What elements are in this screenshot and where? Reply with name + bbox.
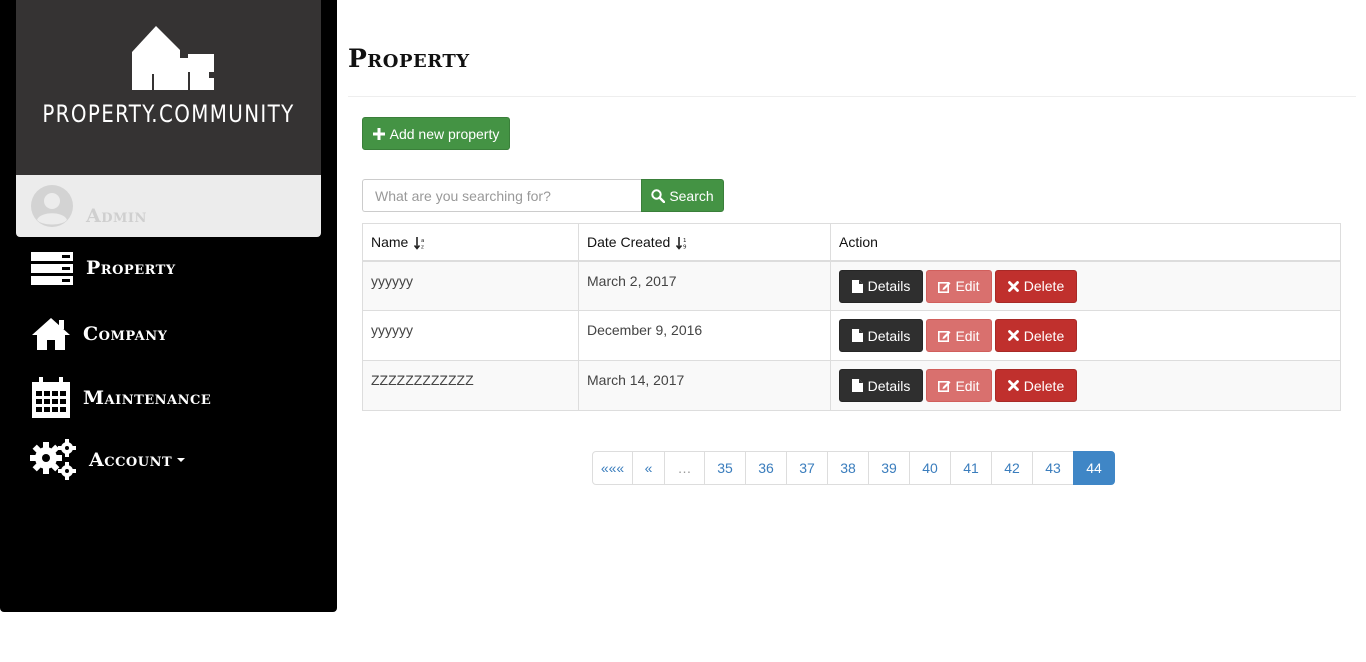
brand-name: PROPERTY.COMMUNITY [42,100,295,128]
table-row: ZZZZZZZZZZZZ March 14, 2017 Details Edit… [362,360,1341,411]
page-36[interactable]: 36 [745,451,787,485]
table-row: yyyyyy December 9, 2016 Details Edit Del… [362,310,1341,361]
nav-item-property[interactable]: Property [30,250,176,286]
close-icon [1007,280,1019,292]
nav-label-company: Company [83,323,168,345]
file-icon [851,279,863,293]
edit-icon [938,380,951,392]
sort-alpha-asc-icon: az [414,237,425,251]
user-name: Admin [86,205,147,227]
edit-icon [938,281,951,293]
page-38[interactable]: 38 [827,451,869,485]
delete-button[interactable]: Delete [995,319,1077,352]
title-divider [348,96,1356,97]
page-41[interactable]: 41 [950,451,992,485]
delete-button[interactable]: Delete [995,269,1077,303]
column-header-name[interactable]: Name az [362,223,579,262]
cell-name: ZZZZZZZZZZZZ [362,360,579,411]
edit-button[interactable]: Edit [926,269,992,303]
cell-date-created: December 9, 2016 [578,310,831,361]
file-icon [851,329,863,342]
gears-icon [30,439,76,480]
nav-label-account: Account [89,449,173,471]
search-icon [651,188,666,203]
cell-name: yyyyyy [362,310,579,361]
nav-item-account[interactable]: Account [30,438,186,482]
sidebar: PROPERTY.COMMUNITY Admin Property Compan… [0,0,337,612]
brand-logo-box[interactable]: PROPERTY.COMMUNITY [16,0,321,175]
cell-name: yyyyyy [362,260,579,311]
nav-item-company[interactable]: Company [30,316,167,352]
calendar-icon [32,377,70,418]
details-button[interactable]: Details [839,319,923,352]
svg-text:9: 9 [683,245,687,251]
page-39[interactable]: 39 [868,451,910,485]
column-header-date-created[interactable]: Date Created 19 [578,223,831,262]
search-bar: Search [362,179,724,212]
search-button[interactable]: Search [641,179,724,212]
svg-text:z: z [421,245,424,251]
page-42[interactable]: 42 [991,451,1033,485]
home-icon [32,318,70,350]
svg-text:1: 1 [683,238,687,244]
page-ellipsis: … [664,451,705,485]
server-icon [31,252,73,285]
file-icon [851,379,863,392]
pagination: ««« « … 35 36 37 38 39 40 41 42 43 44 [592,451,1115,485]
table-row: yyyyyy March 2, 2017 Details Edit Delete [362,260,1341,311]
cell-actions: Details Edit Delete [830,310,1341,361]
nav-item-maintenance[interactable]: Maintenance [30,376,211,420]
page-40[interactable]: 40 [909,451,951,485]
cell-actions: Details Edit Delete [830,360,1341,411]
cell-date-created: March 14, 2017 [578,360,831,411]
edit-button[interactable]: Edit [926,369,992,402]
property-table: Name az Date Created 19 Action yyyyyy Ma… [362,223,1341,411]
column-header-action: Action [830,223,1341,262]
close-icon [1007,330,1019,341]
close-icon [1007,380,1019,391]
cell-date-created: March 2, 2017 [578,260,831,311]
page-prev[interactable]: « [632,451,665,485]
caret-down-icon [177,458,186,462]
sort-numeric-asc-icon: 19 [676,237,687,251]
details-button[interactable]: Details [839,269,923,303]
houses-logo-icon [132,26,215,90]
details-button[interactable]: Details [839,369,923,402]
cell-actions: Details Edit Delete [830,260,1341,311]
table-header-row: Name az Date Created 19 Action [362,223,1341,262]
edit-button[interactable]: Edit [926,319,992,352]
search-button-label: Search [669,187,714,204]
svg-text:a: a [421,238,424,244]
delete-button[interactable]: Delete [995,369,1077,402]
page-43[interactable]: 43 [1032,451,1074,485]
add-property-label: Add new property [389,125,500,142]
edit-icon [938,330,951,342]
user-panel[interactable]: Admin [16,175,321,237]
user-avatar-icon [31,185,73,227]
page-title: Property [348,44,470,73]
page-44-active[interactable]: 44 [1073,451,1115,485]
add-property-button[interactable]: Add new property [362,117,510,150]
page-37[interactable]: 37 [786,451,828,485]
nav-label-property: Property [86,257,176,279]
page-35[interactable]: 35 [704,451,746,485]
plus-icon [372,127,385,140]
nav-label-maintenance: Maintenance [83,387,212,409]
page-first[interactable]: ««« [592,451,633,485]
search-input[interactable] [362,179,641,212]
